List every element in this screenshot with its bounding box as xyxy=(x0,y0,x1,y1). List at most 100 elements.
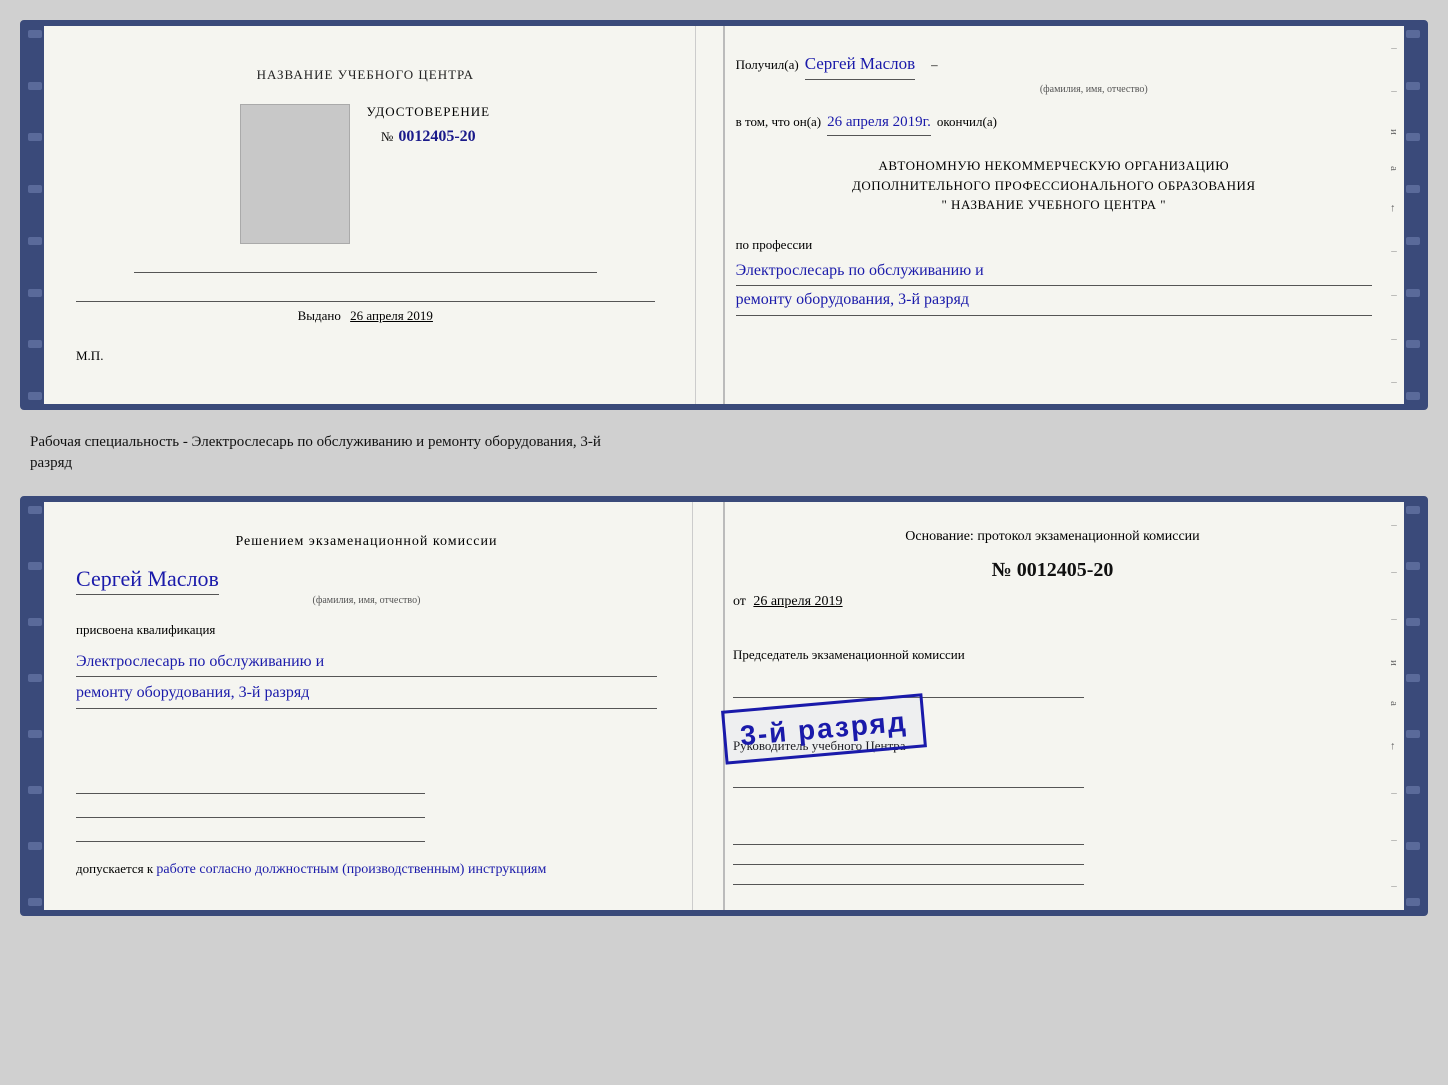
org-block: АВТОНОМНУЮ НЕКОММЕРЧЕСКУЮ ОРГАНИЗАЦИЮ ДО… xyxy=(736,156,1372,215)
sig-line-2 xyxy=(76,800,425,818)
director-sig-line xyxy=(733,766,1084,788)
completion-row: в том, что он(а) 26 апреля 2019г. окончи… xyxy=(736,111,1372,137)
decor-pip xyxy=(28,82,42,90)
completion-date: 26 апреля 2019г. xyxy=(827,111,931,137)
qualification-stamp: 3-й разряд xyxy=(721,693,927,764)
decor-pip xyxy=(1406,730,1420,738)
page-wrapper: НАЗВАНИЕ УЧЕБНОГО ЦЕНТРА УДОСТОВЕРЕНИЕ №… xyxy=(20,20,1428,916)
decor-pip xyxy=(1406,506,1420,514)
right-margin-indicators: – – и а ← – – – – xyxy=(1388,26,1400,404)
training-center-title: НАЗВАНИЕ УЧЕБНОГО ЦЕНТРА xyxy=(257,66,474,84)
signature-lines xyxy=(76,776,657,842)
sig-line-3 xyxy=(76,824,425,842)
qualification-line1: Электрослесарь по обслуживанию и xyxy=(76,648,657,678)
cert-number-prefix: № xyxy=(381,129,394,144)
decor-pip xyxy=(28,237,42,245)
decor-pip xyxy=(28,674,42,682)
decor-pip xyxy=(1406,133,1420,141)
between-line2: разряд xyxy=(30,453,1418,474)
decor-pip xyxy=(1406,392,1420,400)
bottom-sig-line2 xyxy=(733,849,1084,865)
protocol-number-block: № 0012405-20 xyxy=(733,559,1372,582)
in-that-label: в том, что он(а) xyxy=(736,112,822,132)
sig-line-1 xyxy=(76,776,425,794)
person-name: Сергей Маслов xyxy=(76,566,219,595)
right-border-decoration xyxy=(1404,26,1422,404)
decor-pip xyxy=(28,562,42,570)
between-line1: Рабочая специальность - Электрослесарь п… xyxy=(30,432,1418,453)
between-text: Рабочая специальность - Электрослесарь п… xyxy=(20,428,1428,478)
decor-pip xyxy=(1406,340,1420,348)
decision-title: Решением экзаменационной комиссии xyxy=(76,532,657,552)
date-prefix: от xyxy=(733,594,746,609)
issued-label: Выдано xyxy=(298,308,341,323)
cert-left-panel: НАЗВАНИЕ УЧЕБНОГО ЦЕНТРА УДОСТОВЕРЕНИЕ №… xyxy=(26,26,696,404)
recipient-name: Сергей Маслов xyxy=(805,51,915,80)
decor-pip xyxy=(28,898,42,906)
profession-label: по профессии xyxy=(736,237,1372,253)
decor-pip xyxy=(28,340,42,348)
mp-label: М.П. xyxy=(76,348,103,364)
decor-pip xyxy=(1406,842,1420,850)
received-label: Получил(а) xyxy=(736,55,799,75)
decor-pip xyxy=(1406,618,1420,626)
decor-pip xyxy=(28,133,42,141)
decor-pip xyxy=(28,30,42,38)
protocol-number: 0012405-20 xyxy=(1017,559,1114,581)
left-border-decoration xyxy=(26,26,44,404)
fio-hint-top: (фамилия, имя, отчество) xyxy=(816,84,1372,95)
decor-pip xyxy=(1406,237,1420,245)
person-name-block: Сергей Маслов (фамилия, имя, отчество) xyxy=(76,566,657,606)
assigned-label: присвоена квалификация xyxy=(76,622,657,638)
bottom-right-panel: Основание: протокол экзаменационной коми… xyxy=(693,502,1422,910)
photo-placeholder xyxy=(240,104,350,244)
right-indicators-bottom: – – – и а ← – – – xyxy=(1388,502,1400,910)
protocol-prefix: № xyxy=(992,559,1012,581)
stamp-text: 3-й разряд xyxy=(739,706,909,751)
cert-number-block: УДОСТОВЕРЕНИЕ № 0012405-20 xyxy=(366,104,490,146)
top-certificate-card: НАЗВАНИЕ УЧЕБНОГО ЦЕНТРА УДОСТОВЕРЕНИЕ №… xyxy=(20,20,1428,410)
decor-pip xyxy=(28,506,42,514)
cert-number-value: 0012405-20 xyxy=(398,128,475,145)
profession-line2: ремонту оборудования, 3-й разряд xyxy=(736,286,1372,316)
basis-label: Основание: протокол экзаменационной коми… xyxy=(733,527,1372,547)
decor-pip xyxy=(1406,898,1420,906)
decor-pip xyxy=(28,786,42,794)
decor-pip xyxy=(28,392,42,400)
decor-pip xyxy=(1406,786,1420,794)
protocol-date-row: от 26 апреля 2019 xyxy=(733,594,1372,610)
decor-pip xyxy=(1406,674,1420,682)
cert-issued-line: Выдано 26 апреля 2019 xyxy=(76,301,655,324)
decor-pip xyxy=(28,842,42,850)
decor-pip xyxy=(1406,185,1420,193)
cert-type-label: УДОСТОВЕРЕНИЕ xyxy=(366,104,490,120)
protocol-date: 26 апреля 2019 xyxy=(753,594,842,609)
org-line1: АВТОНОМНУЮ НЕКОММЕРЧЕСКУЮ ОРГАНИЗАЦИЮ xyxy=(736,156,1372,176)
finished-label: окончил(а) xyxy=(937,112,997,132)
issued-date: 26 апреля 2019 xyxy=(350,308,433,323)
admits-text: работе согласно должностным (производств… xyxy=(156,862,546,877)
decor-pip xyxy=(28,185,42,193)
received-row: Получил(а) Сергей Маслов – xyxy=(736,51,1372,80)
fio-hint-bottom: (фамилия, имя, отчество) xyxy=(76,595,657,606)
bottom-sig-line3 xyxy=(733,869,1084,885)
decor-pip xyxy=(1406,82,1420,90)
qualification-line2: ремонту оборудования, 3-й разряд xyxy=(76,679,657,709)
profession-line1: Электрослесарь по обслуживанию и xyxy=(736,257,1372,287)
profession-block: по профессии Электрослесарь по обслужива… xyxy=(736,237,1372,317)
decor-pip xyxy=(1406,289,1420,297)
bottom-left-border xyxy=(26,502,44,910)
bottom-sig-line1 xyxy=(733,829,1084,845)
bottom-certificate-card: Решением экзаменационной комиссии Сергей… xyxy=(20,496,1428,916)
org-line2: ДОПОЛНИТЕЛЬНОГО ПРОФЕССИОНАЛЬНОГО ОБРАЗО… xyxy=(736,176,1372,196)
qualification-block: Электрослесарь по обслуживанию и ремонту… xyxy=(76,648,657,710)
admits-prefix: допускается к xyxy=(76,861,153,876)
decor-pip xyxy=(1406,30,1420,38)
admits-block: допускается к работе согласно должностны… xyxy=(76,860,657,880)
org-name: " НАЗВАНИЕ УЧЕБНОГО ЦЕНТРА " xyxy=(736,195,1372,215)
decor-pip xyxy=(1406,562,1420,570)
bottom-right-border xyxy=(1404,502,1422,910)
chairman-label: Председатель экзаменационной комиссии xyxy=(733,646,1372,664)
bottom-left-panel: Решением экзаменационной комиссии Сергей… xyxy=(26,502,693,910)
decor-pip xyxy=(28,618,42,626)
